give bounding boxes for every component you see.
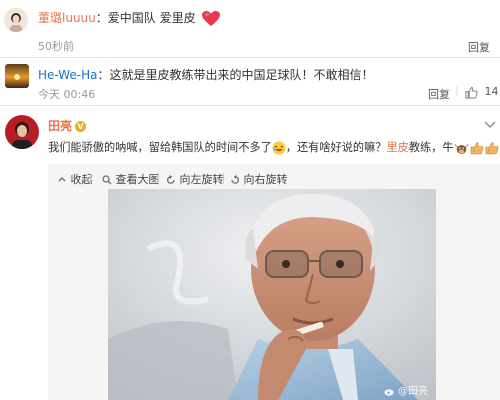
rotate-left-icon bbox=[167, 175, 175, 184]
rotate-left-label: 向左旋转 bbox=[179, 173, 224, 186]
topic-link[interactable]: 里皮 bbox=[386, 141, 408, 154]
post-username-text: 田亮 bbox=[48, 119, 73, 133]
comment-time: 50秒前 bbox=[38, 40, 74, 53]
thumbs-up-emoji-icon bbox=[485, 142, 499, 155]
heart-icon bbox=[202, 11, 221, 26]
like-count: 14 bbox=[484, 85, 499, 98]
weibo-logo-icon bbox=[384, 388, 394, 396]
comment-time: 今天 00:46 bbox=[38, 88, 96, 101]
separator: | bbox=[455, 84, 459, 97]
thumbs-up-icon bbox=[465, 86, 478, 99]
magnify-icon bbox=[102, 175, 112, 185]
avatar[interactable] bbox=[4, 8, 28, 32]
post-text-part: 我们能骄傲的呐喊，留给韩国队的时间不多了 bbox=[48, 141, 272, 154]
toolbar-separator bbox=[90, 173, 91, 184]
avatar[interactable] bbox=[5, 64, 29, 88]
toolbar-separator bbox=[158, 173, 159, 184]
verified-badge-icon: V bbox=[75, 121, 87, 132]
post-text-part: ，还有啥好说的嘛？ bbox=[285, 141, 387, 154]
rotate-right-button[interactable]: 向右旋转 bbox=[230, 171, 288, 187]
watermark: @田亮 bbox=[384, 382, 428, 397]
reply-button[interactable]: 回复 bbox=[428, 86, 450, 102]
rotate-right-label: 向右旋转 bbox=[243, 173, 288, 186]
rotate-left-button[interactable]: 向左旋转 bbox=[166, 171, 224, 187]
bull-emoji-icon bbox=[454, 143, 469, 154]
comment-username[interactable]: 董璐luuuu bbox=[38, 11, 96, 25]
watermark-text: @田亮 bbox=[398, 386, 428, 397]
comment-username[interactable]: He-We-Ha bbox=[38, 68, 98, 82]
comment-2: He-We-Ha：这就是里皮教练带出来的中国足球队！不敢相信！ 今天 00:46… bbox=[0, 58, 500, 104]
view-large-button[interactable]: 查看大图 bbox=[102, 171, 160, 187]
like-button[interactable]: 14 bbox=[465, 85, 499, 99]
collapse-button[interactable]: 收起 bbox=[57, 171, 93, 187]
comment-text: He-We-Ha：这就是里皮教练带出来的中国足球队！不敢相信！ bbox=[38, 66, 374, 83]
thumbs-up-emoji-icon bbox=[470, 142, 484, 155]
comment-text: 董璐luuuu：爱中国队 爱里皮 bbox=[38, 9, 221, 27]
post-text: 我们能骄傲的呐喊，留给韩国队的时间不多了 ，还有啥好说的嘛？里皮教练，牛 bbox=[48, 139, 500, 155]
avatar[interactable] bbox=[5, 115, 39, 149]
comment-body: ：爱中国队 爱里皮 bbox=[95, 11, 196, 25]
comment-1: 董璐luuuu：爱中国队 爱里皮 50秒前 回复 bbox=[0, 0, 500, 55]
portrait-image bbox=[108, 189, 436, 400]
post-photo[interactable]: @田亮 bbox=[108, 189, 436, 400]
laughing-emoji-icon bbox=[272, 141, 286, 155]
view-large-label: 查看大图 bbox=[115, 173, 160, 186]
post-text-part: 教练，牛 bbox=[408, 141, 454, 154]
reply-button[interactable]: 回复 bbox=[468, 39, 490, 55]
rotate-right-icon bbox=[231, 175, 239, 184]
comment-body: ：这就是里皮教练带出来的中国足球队！不敢相信！ bbox=[97, 68, 374, 82]
collapse-icon bbox=[58, 177, 66, 182]
chevron-down-icon[interactable] bbox=[484, 121, 496, 129]
post-username[interactable]: 田亮 V bbox=[48, 117, 87, 134]
toolbar-separator bbox=[223, 173, 224, 184]
